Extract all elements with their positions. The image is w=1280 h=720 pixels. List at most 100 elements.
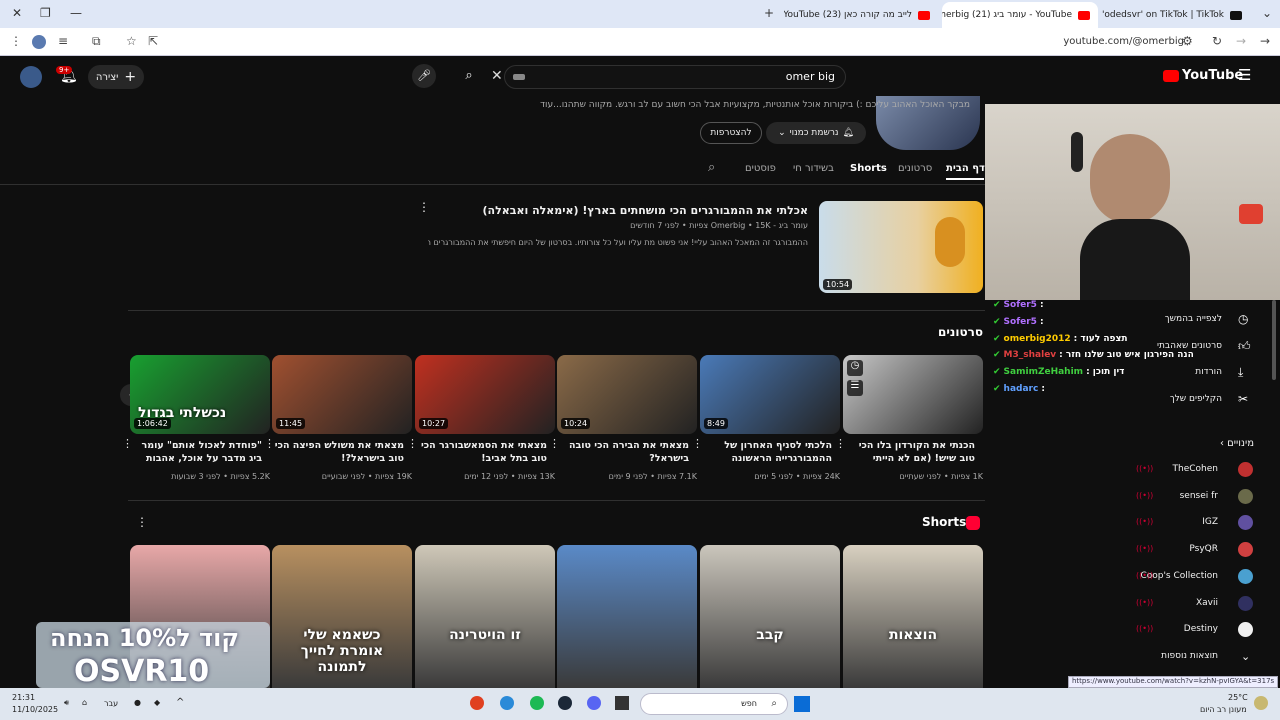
language-indicator[interactable]: עבר — [104, 699, 118, 708]
tab-live[interactable]: לייב מה קורה כאן (23) YouTube - ✕ — [784, 2, 938, 28]
video-thumbnail[interactable]: 11:45 — [272, 355, 412, 434]
channel-search-icon[interactable]: ⌕ — [708, 160, 715, 175]
subscriptions-title[interactable]: מינויים › — [1220, 438, 1254, 449]
subscription-item[interactable]: PsyQR — [1189, 544, 1218, 554]
subscribed-button[interactable]: ⌄ נרשמת כמנוי 🔔︎ — [766, 122, 866, 144]
sidebar-item[interactable]: הקליפים שלך — [1170, 394, 1222, 404]
weather-icon[interactable] — [1254, 696, 1268, 710]
minimize-window-icon[interactable]: — — [70, 6, 82, 20]
join-button[interactable]: להצטרפות — [700, 122, 762, 144]
profile-icon[interactable] — [32, 35, 46, 49]
video-more-icon[interactable]: ⋮ — [264, 437, 275, 450]
subscription-item[interactable]: TheCohen — [1173, 464, 1218, 474]
create-button[interactable]: יצירה + — [88, 65, 144, 89]
video-title[interactable]: "פוחדת לאכול אותם" עומר ביג מדבר על אוכל… — [130, 439, 262, 465]
video-thumbnail[interactable] — [843, 355, 983, 434]
hamburger-menu-icon[interactable]: ☰ — [1238, 66, 1251, 84]
tab-home[interactable]: דף הבית — [946, 163, 985, 174]
tab-shorts[interactable]: Shorts — [850, 163, 887, 174]
forward-icon[interactable]: → — [1236, 34, 1246, 48]
reading-list-icon[interactable]: ≡ — [58, 34, 68, 48]
sidebar-item[interactable]: סרטונים שאהבתי — [1157, 341, 1222, 351]
search-input[interactable]: ✕ omer big — [491, 65, 846, 89]
sidebar-item[interactable]: לצפייה בהמשך — [1165, 314, 1222, 324]
tab-videos[interactable]: סרטונים — [898, 163, 932, 174]
video-thumbnail[interactable]: 10:27 — [415, 355, 555, 434]
sidebar-scrollbar[interactable] — [1272, 300, 1276, 380]
back-icon[interactable]: → — [1260, 34, 1270, 48]
video-thumbnail[interactable]: 1:06:42 נכשלתי בגדול — [130, 355, 270, 434]
windows-start-icon[interactable] — [794, 696, 810, 712]
taskbar-search[interactable]: חפש ⌕ — [640, 693, 788, 715]
clear-search-icon[interactable]: ✕ — [491, 68, 503, 84]
subscription-item[interactable]: sensei fr — [1180, 491, 1218, 501]
chrome-icon[interactable] — [500, 696, 514, 710]
video-more-icon[interactable]: ⋮ — [122, 437, 133, 450]
spotify-icon[interactable] — [530, 696, 544, 710]
share-icon[interactable]: ⇱ — [148, 34, 158, 48]
short-thumbnail[interactable]: קבב — [700, 545, 840, 688]
clock-time[interactable]: 21:31 — [12, 693, 35, 702]
shield-icon[interactable]: ◆ — [154, 698, 160, 707]
bookmark-star-icon[interactable]: ☆ — [126, 34, 137, 48]
video-thumbnail[interactable]: 8:49 — [700, 355, 840, 434]
tab-search-icon[interactable]: ⌄ — [1262, 6, 1272, 20]
video-more-icon[interactable]: ⋮ — [692, 437, 703, 450]
search-icon[interactable]: ⌕ — [454, 64, 484, 88]
voice-search-icon[interactable]: 🎤︎ — [412, 64, 436, 88]
video-title[interactable]: מצאתי את הסמאשבורגר הכי טוב בתל אביב! — [415, 439, 547, 465]
new-tab-icon[interactable]: + — [764, 6, 774, 20]
featured-video-thumbnail[interactable]: 10:54 — [819, 201, 983, 293]
menu-dots-icon[interactable]: ⋮ — [10, 34, 22, 48]
url-text[interactable]: youtube.com/@omerbig — [1063, 36, 1184, 47]
short-thumbnail[interactable]: זו הויטרינה — [415, 545, 555, 688]
app-icon[interactable] — [470, 696, 484, 710]
video-title[interactable]: הכנתי את הקורדון בלו הכי טוב שיש! (אם לא… — [843, 439, 975, 465]
close-window-icon[interactable]: ✕ — [12, 6, 22, 20]
weather-temp[interactable]: 25°C — [1228, 693, 1248, 702]
video-more-icon[interactable]: ⋮ — [835, 437, 846, 450]
site-settings-icon[interactable]: ⚙ — [1182, 34, 1193, 48]
restore-window-icon[interactable]: ❐ — [40, 6, 51, 20]
weather-desc[interactable]: מעונן רב היום — [1200, 705, 1247, 714]
discord-icon[interactable] — [587, 696, 601, 710]
video-title[interactable]: הלכתי לסניף האחרון של ההמבורגרייה הראשונ… — [700, 439, 832, 465]
video-thumbnail[interactable]: 10:24 — [557, 355, 697, 434]
shorts-section-title[interactable]: Shorts — [922, 515, 966, 529]
video-more-icon[interactable]: ⋮ — [407, 437, 418, 450]
tab-posts[interactable]: פוסטים — [745, 163, 776, 174]
subscription-item[interactable]: IGZ — [1202, 517, 1218, 527]
shorts-more-icon[interactable]: ⋮ — [136, 515, 148, 529]
tab-live[interactable]: בשידור חי — [793, 163, 834, 174]
volume-icon[interactable]: 🔊︎ — [64, 698, 69, 708]
extensions-icon[interactable]: ⧉ — [92, 34, 101, 49]
network-icon[interactable]: ⌂ — [82, 698, 87, 707]
featured-video-title[interactable]: אכלתי את ההמבורגרים הכי מושחתים בארץ! (א… — [428, 204, 809, 217]
youtube-logo[interactable]: YouTube — [1163, 68, 1243, 83]
video-title[interactable]: מצאתי את משולש הפיצה הכי טוב בישראל?! — [272, 439, 404, 465]
add-to-queue-icon[interactable]: ☰ — [847, 380, 863, 396]
short-thumbnail[interactable]: הוצאות — [843, 545, 983, 688]
tab-tiktok[interactable]: Find 'odedsvr' on TikTok | TikTok ✕ — [1100, 2, 1250, 28]
subscription-item[interactable]: Xavii — [1196, 598, 1218, 608]
video-title[interactable]: מצאתי את הבירה הכי טובה בישראל? — [557, 439, 689, 465]
clock-date[interactable]: 11/10/2025 — [12, 705, 58, 714]
explorer-icon[interactable] — [615, 696, 629, 710]
mic-icon[interactable]: ● — [134, 698, 141, 707]
tab-omerbig[interactable]: YouTube - עומר ביג (21) omerbig ✕ — [942, 2, 1098, 28]
keyboard-icon[interactable] — [513, 74, 525, 80]
subscription-item[interactable]: Destiny — [1184, 624, 1218, 634]
reload-icon[interactable]: ↻ — [1212, 34, 1222, 48]
short-thumbnail[interactable] — [557, 545, 697, 688]
avatar[interactable] — [20, 66, 42, 88]
steam-icon[interactable] — [558, 696, 572, 710]
videos-section-title[interactable]: סרטונים — [938, 325, 983, 339]
sidebar-item[interactable]: הורדות — [1195, 367, 1222, 377]
chevron-up-icon[interactable]: ^ — [176, 697, 184, 708]
video-more-icon[interactable]: ⋮ — [549, 437, 560, 450]
short-thumbnail[interactable]: כשאמא שלי אומרת לחייך לתמונה — [272, 545, 412, 688]
show-more-subs[interactable]: תוצאות נוספות — [1161, 651, 1218, 661]
watch-later-icon[interactable]: ◷ — [847, 360, 863, 376]
channel-description[interactable]: מבקר האוכל האהוב עליכם :) ביקורות אוכל א… — [540, 100, 970, 110]
more-actions-icon[interactable]: ⋮ — [418, 200, 430, 214]
